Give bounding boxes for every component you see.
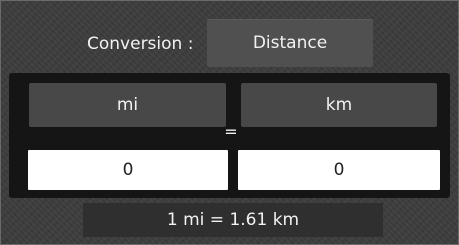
unit-converter-screen: Conversion : Distance mi km = 0 0 1 mi =… <box>0 0 459 245</box>
from-value-field[interactable]: 0 <box>28 150 228 190</box>
conversion-ratio: 1 mi = 1.61 km <box>83 203 383 237</box>
from-unit-button[interactable]: mi <box>29 83 226 127</box>
equals-sign: = <box>224 122 238 141</box>
to-value-field[interactable]: 0 <box>238 150 440 190</box>
category-button[interactable]: Distance <box>207 19 373 67</box>
conversion-label: Conversion : <box>87 34 194 54</box>
to-unit-button[interactable]: km <box>241 83 437 127</box>
